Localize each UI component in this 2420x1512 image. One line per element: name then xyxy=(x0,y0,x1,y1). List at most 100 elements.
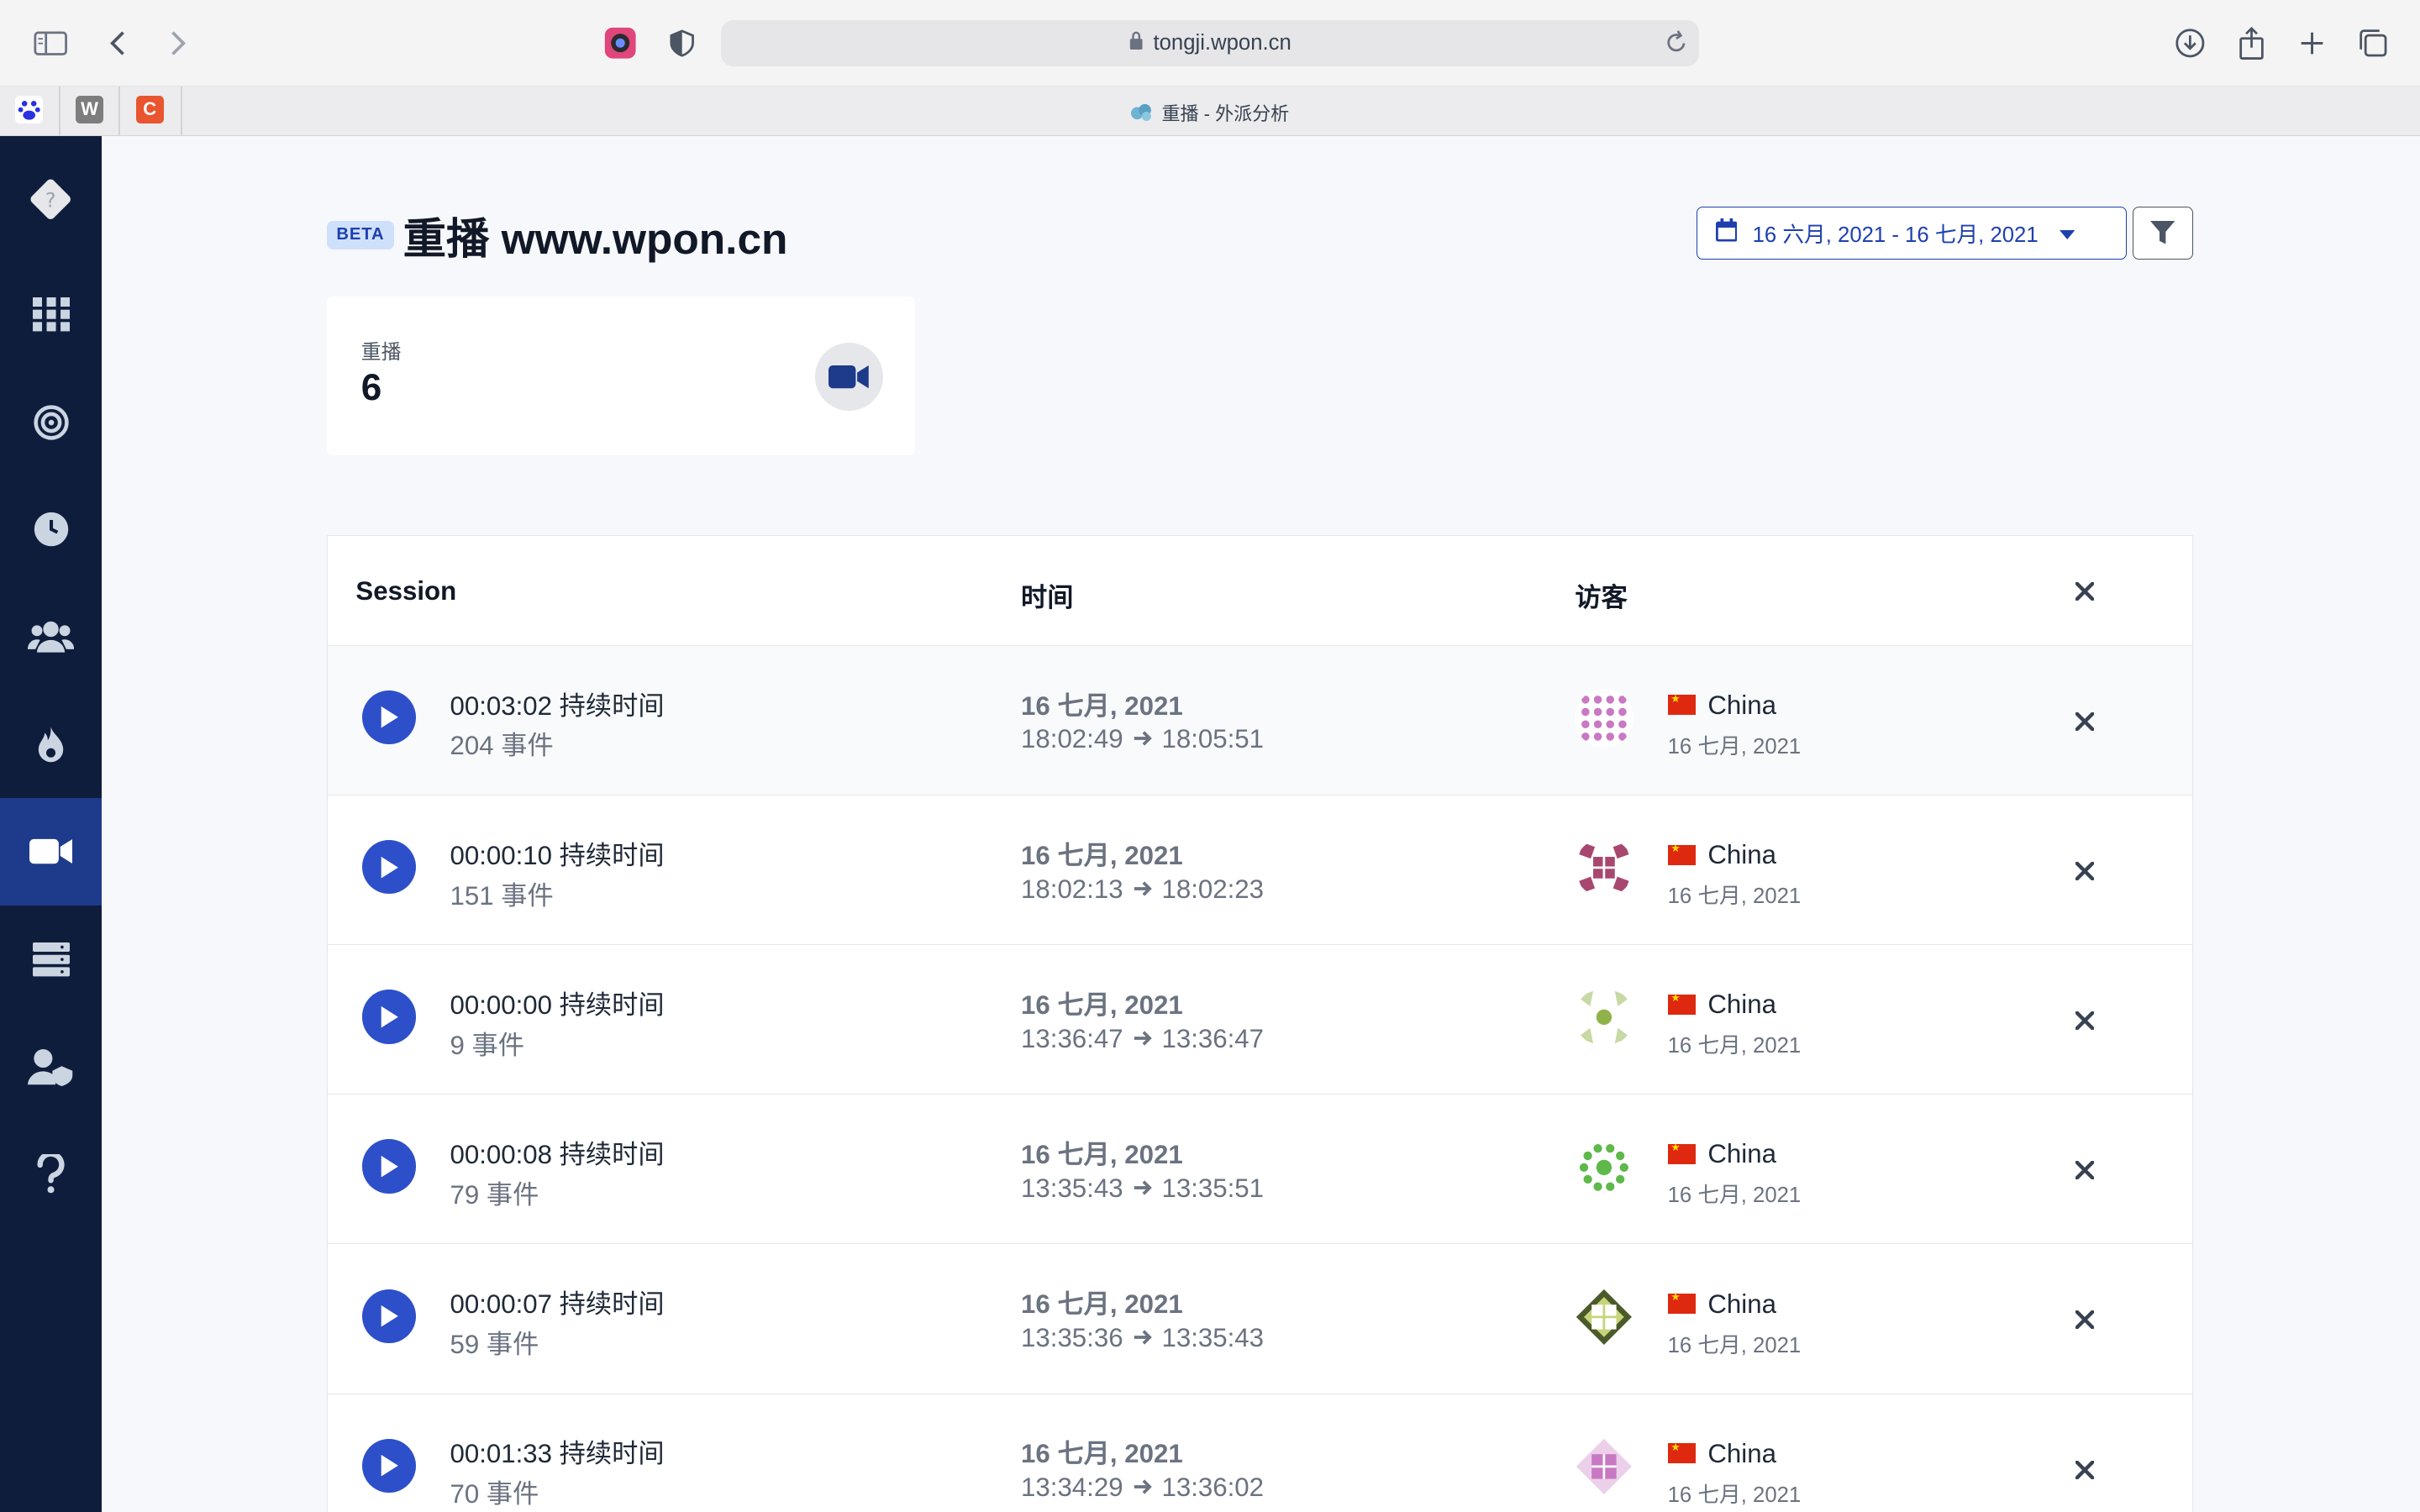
visitor-avatar xyxy=(1575,1287,1634,1347)
sidebar-item-team[interactable] xyxy=(0,1014,102,1122)
session-events: 9 事件 xyxy=(450,1030,524,1060)
start-time: 13:35:43 xyxy=(1021,1173,1123,1203)
visitor-avatar xyxy=(1575,988,1634,1047)
table-row[interactable]: 00:00:00 持续时间 9 事件 16 七月, 2021 13:36:47 13:3… xyxy=(328,945,2192,1095)
china-flag-icon xyxy=(1667,842,1696,865)
svg-text:?: ? xyxy=(45,188,56,212)
session-time-range: 13:34:29 13:36:02 xyxy=(1021,1473,1264,1503)
start-time: 13:35:36 xyxy=(1021,1323,1123,1353)
session-duration: 00:00:07 持续时间 xyxy=(450,1289,665,1320)
delete-replay-icon[interactable] xyxy=(2074,860,2096,882)
delete-replay-icon[interactable] xyxy=(2074,711,2096,732)
question-icon xyxy=(37,1153,65,1194)
china-flag-icon xyxy=(1667,991,1696,1015)
visitor-date: 16 七月, 2021 xyxy=(1667,885,1802,909)
play-icon xyxy=(381,1005,398,1028)
sidebar-toggle-icon[interactable] xyxy=(33,24,70,61)
start-time: 13:34:29 xyxy=(1021,1473,1123,1503)
tab-title-text: 重播 - 外派分析 xyxy=(1161,102,1290,124)
session-date: 16 七月, 2021 xyxy=(1021,690,1183,721)
end-time: 18:05:51 xyxy=(1161,724,1265,754)
session-time-range: 13:36:47 13:36:47 xyxy=(1021,1024,1264,1054)
active-tab[interactable]: 重播 - 外派分析 xyxy=(0,99,2420,126)
target-icon xyxy=(33,405,69,440)
visitor-avatar xyxy=(1575,1137,1634,1197)
session-duration: 00:01:33 持续时间 xyxy=(450,1439,665,1469)
visitor-country: China xyxy=(1707,1139,1776,1169)
play-button[interactable] xyxy=(361,840,417,895)
visitor-avatar xyxy=(1575,1436,1634,1496)
reload-icon[interactable] xyxy=(1665,29,1687,60)
visitor-country: China xyxy=(1707,840,1776,870)
browser-toolbar: tongji.wpon.cn xyxy=(0,0,2420,87)
delete-replay-icon[interactable] xyxy=(2074,1159,2096,1181)
arrow-right-icon xyxy=(1133,1024,1153,1054)
session-duration: 00:03:02 持续时间 xyxy=(450,690,665,721)
visitor-avatar xyxy=(1575,689,1634,748)
user-shield-icon xyxy=(28,1048,73,1087)
play-button[interactable] xyxy=(361,1438,417,1494)
table-row[interactable]: 00:00:07 持续时间 59 事件 16 七月, 2021 13:35:36 13:… xyxy=(328,1244,2192,1394)
session-date: 16 七月, 2021 xyxy=(1021,990,1183,1020)
date-range-picker[interactable]: 16 六月, 2021 - 16 七月, 2021 xyxy=(1696,207,2127,260)
sidebar-item-realtime[interactable] xyxy=(0,475,102,584)
play-button[interactable] xyxy=(361,1139,417,1194)
play-button[interactable] xyxy=(361,990,417,1044)
table-row[interactable]: 00:00:08 持续时间 79 事件 16 七月, 2021 13:35:43 13:… xyxy=(328,1095,2192,1245)
play-icon xyxy=(381,1155,398,1178)
app-logo-icon[interactable]: ? xyxy=(24,173,76,225)
arrow-right-icon xyxy=(1133,724,1153,754)
end-time: 13:36:47 xyxy=(1161,1023,1265,1053)
tab-overview-icon[interactable] xyxy=(2355,24,2392,61)
session-events: 151 事件 xyxy=(450,880,554,911)
new-tab-icon[interactable] xyxy=(2293,24,2330,61)
users-icon xyxy=(28,622,75,653)
download-icon[interactable] xyxy=(2171,24,2208,61)
filter-button[interactable] xyxy=(2133,207,2193,260)
sidebar-item-visitors[interactable] xyxy=(0,583,102,691)
video-badge-icon xyxy=(814,342,883,411)
table-row[interactable]: 00:03:02 持续时间 204 事件 16 七月, 2021 18:02:49 18… xyxy=(328,645,2192,795)
start-time: 18:02:49 xyxy=(1021,724,1123,754)
table-row[interactable]: 00:00:10 持续时间 151 事件 16 七月, 2021 18:02:13 18… xyxy=(328,795,2192,946)
delete-replay-icon[interactable] xyxy=(2074,1310,2096,1331)
flame-icon xyxy=(38,727,64,763)
lock-icon xyxy=(1128,31,1144,55)
session-time-range: 13:35:36 13:35:43 xyxy=(1021,1323,1264,1353)
play-button[interactable] xyxy=(361,1289,417,1343)
visitor-date: 16 七月, 2021 xyxy=(1667,1034,1802,1058)
sidebar-item-replays[interactable] xyxy=(0,797,103,906)
session-date: 16 七月, 2021 xyxy=(1021,1140,1183,1170)
share-icon[interactable] xyxy=(2233,24,2270,61)
back-icon[interactable] xyxy=(100,24,137,61)
delete-replay-icon[interactable] xyxy=(2074,1010,2096,1032)
stat-value: 6 xyxy=(360,367,382,409)
calendar-icon xyxy=(1715,218,1738,248)
server-icon xyxy=(32,942,70,977)
table-row[interactable]: 00:01:33 持续时间 70 事件 16 七月, 2021 13:34:29 13:… xyxy=(328,1394,2192,1512)
delete-all-icon[interactable] xyxy=(2074,581,2096,603)
sidebar-item-help[interactable] xyxy=(0,1120,102,1228)
replay-count-card: 重播 6 xyxy=(327,296,916,455)
table-header: Session 时间 访客 xyxy=(328,536,2192,646)
stat-label: 重播 xyxy=(360,340,402,364)
delete-replay-icon[interactable] xyxy=(2074,1459,2096,1481)
end-time: 13:36:02 xyxy=(1161,1473,1265,1503)
replays-table: Session 时间 访客 00:03:02 持续时间 204 事件 16 七月, … xyxy=(327,535,2193,1512)
sidebar-item-heatmaps[interactable] xyxy=(0,691,102,800)
clock-icon xyxy=(34,512,68,547)
beta-badge: BETA xyxy=(327,220,394,249)
url-text: tongji.wpon.cn xyxy=(1153,30,1292,55)
session-time-range: 13:35:43 13:35:51 xyxy=(1021,1173,1264,1204)
play-button[interactable] xyxy=(361,690,417,745)
visitor-country: China xyxy=(1707,690,1776,720)
session-events: 204 事件 xyxy=(450,731,554,761)
sidebar-item-websites[interactable] xyxy=(0,906,102,1014)
forward-icon[interactable] xyxy=(159,24,196,61)
url-bar[interactable]: tongji.wpon.cn xyxy=(720,19,1700,66)
sidebar-item-dashboard[interactable] xyxy=(0,260,102,369)
extension-camera-icon[interactable] xyxy=(602,24,639,61)
privacy-shield-icon[interactable] xyxy=(664,24,701,61)
main-content: BETA 重播 www.wpon.cn 16 六月, 2021 - 16 七月,… xyxy=(102,136,2420,1512)
sidebar-item-goals[interactable] xyxy=(0,369,102,477)
